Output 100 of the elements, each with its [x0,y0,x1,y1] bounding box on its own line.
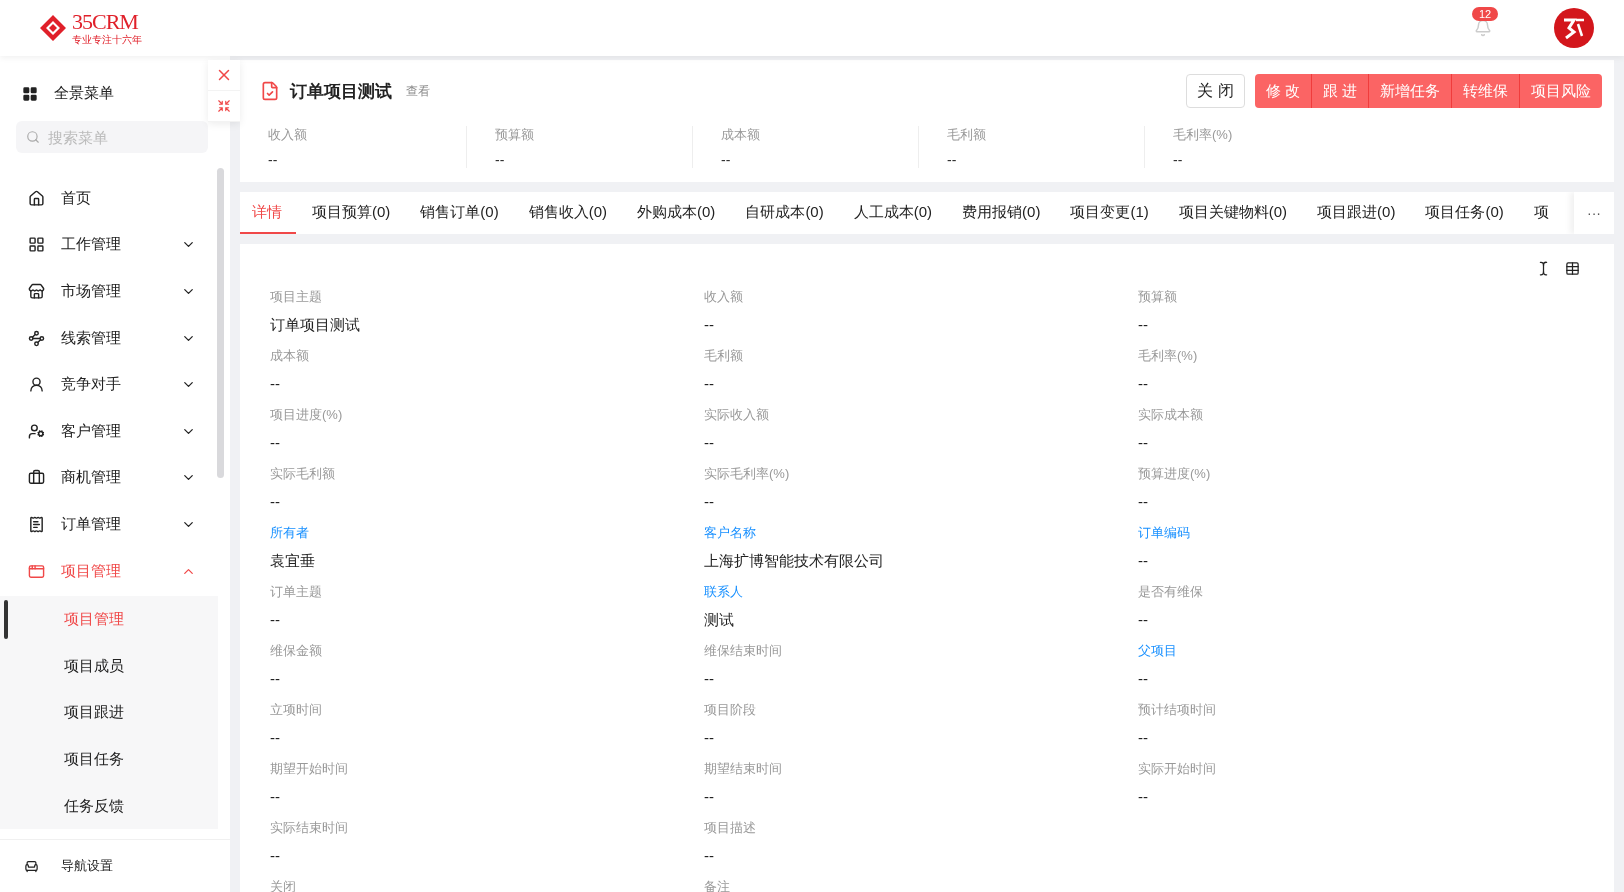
menu-item[interactable]: 客户管理 [0,407,218,455]
person-icon [28,376,45,394]
logo-tagline: 专业专注十六年 [72,35,142,45]
menu-item[interactable]: 市场管理 [0,268,218,315]
field-value: -- [704,493,715,510]
field-label: 立项时间 [270,701,323,719]
tab[interactable]: 项目跟进(0) [1305,192,1410,234]
field-value: -- [270,847,281,864]
tab[interactable]: 销售订单(0) [408,192,513,234]
field-value: -- [270,788,281,805]
submenu-item[interactable]: 项目成员 [0,642,218,690]
logo-icon [38,13,68,43]
collapse-button[interactable] [208,91,240,122]
tab[interactable]: 自研成本(0) [733,192,838,234]
stat-label: 预算额 [495,126,535,144]
page-mode: 查看 [406,82,430,100]
receipt-icon [28,515,45,533]
submenu-item[interactable]: 项目管理 [0,596,218,643]
scrollbar-thumb[interactable] [217,168,224,478]
field-label: 实际毛利率(%) [704,465,791,483]
nav-settings-link[interactable]: 导航设置 [61,857,113,875]
stat-label: 毛利率(%) [1173,126,1234,144]
bell-icon[interactable] [1474,19,1492,37]
field-value: -- [704,434,715,451]
person-gear-icon [28,422,45,440]
field-value: -- [704,375,715,392]
tab[interactable]: 销售收入(0) [516,192,622,234]
field-label: 实际毛利额 [270,465,336,483]
table-icon[interactable] [1565,260,1580,276]
field-value: -- [704,670,715,687]
document-check-icon [260,81,280,101]
briefcase-icon [28,469,45,487]
route-icon [28,329,45,347]
field-value: 测试 [704,611,735,630]
avatar-icon[interactable] [1554,8,1594,48]
chair-icon [24,858,39,874]
field-label: 备注 [704,878,731,892]
field-label: 毛利额 [704,347,744,365]
field-label: 实际开始时间 [1138,760,1217,778]
field-label: 是否有维保 [1138,583,1204,601]
page-title: 订单项目测试 [290,80,392,103]
tab[interactable]: 项目预算(0) [300,192,405,234]
field-value: -- [1138,375,1149,392]
tab[interactable]: 费用报销(0) [950,192,1055,234]
field-label: 期望开始时间 [270,760,349,778]
field-label: 预计结项时间 [1138,701,1217,719]
logo-name: 35CRM [72,11,139,33]
more-tabs-button[interactable]: ··· [1574,192,1614,234]
menu-item[interactable]: 首页 [0,175,218,222]
close-button[interactable]: 关 闭 [1186,74,1245,108]
field-label: 实际结束时间 [270,819,349,837]
field-value: -- [1138,729,1149,746]
field-value: -- [1138,552,1149,569]
grid-icon [28,236,45,254]
submenu-item[interactable]: 项目跟进 [0,689,218,737]
field-label: 毛利率(%) [1138,347,1199,365]
field-value: -- [1138,434,1149,451]
stat-label: 收入额 [268,126,308,144]
menu-item[interactable]: 项目管理 [0,547,218,595]
menu-item[interactable]: 订单管理 [0,501,218,548]
field-value: -- [704,788,715,805]
submenu-item[interactable]: 任务反馈 [0,782,218,830]
menu-item[interactable]: 工作管理 [0,221,218,269]
field-label: 收入额 [704,288,744,306]
menu-item[interactable]: 线索管理 [0,314,218,362]
menu-title[interactable]: 全景菜单 [54,84,114,103]
window-icon [28,562,45,580]
field-value: -- [270,434,281,451]
field-label: 项目主题 [270,288,323,306]
stat-value: -- [721,152,732,168]
field-label: 项目描述 [704,819,757,837]
store-icon [28,283,45,300]
field-value: -- [1138,316,1149,333]
house-icon [28,189,45,207]
menu-item[interactable]: 竞争对手 [0,361,218,408]
menu-item[interactable]: 商机管理 [0,454,218,502]
search-input[interactable]: 搜索菜单 [46,127,190,147]
field-value: -- [270,375,281,392]
tab[interactable]: 项 [1521,192,1563,234]
field-value: -- [270,729,281,746]
search-field[interactable]: 搜索菜单 [16,121,208,153]
tab[interactable]: 人工成本(0) [841,192,947,234]
field-label: 项目进度(%) [270,406,344,424]
field-label: 关闭 [270,878,297,892]
field-label: 实际收入额 [704,406,770,424]
tab[interactable]: 外购成本(0) [625,192,730,234]
field-value: -- [1138,611,1149,628]
tab[interactable]: 项目任务(0) [1413,192,1518,234]
field-value: -- [270,493,281,510]
field-value: -- [1138,670,1149,687]
stat-value: -- [1173,152,1184,168]
tab[interactable]: 项目关键物料(0) [1166,192,1302,234]
stat-value: -- [268,152,279,168]
tab[interactable]: 详情 [240,192,296,234]
tab[interactable]: 项目变更(1) [1058,192,1163,234]
submenu-item[interactable]: 项目任务 [0,736,218,783]
menu-grid-icon[interactable] [22,85,38,102]
field-value: 订单项目测试 [270,316,361,335]
field-label: 项目阶段 [704,701,757,719]
field-value: 袁宜垂 [270,552,316,571]
